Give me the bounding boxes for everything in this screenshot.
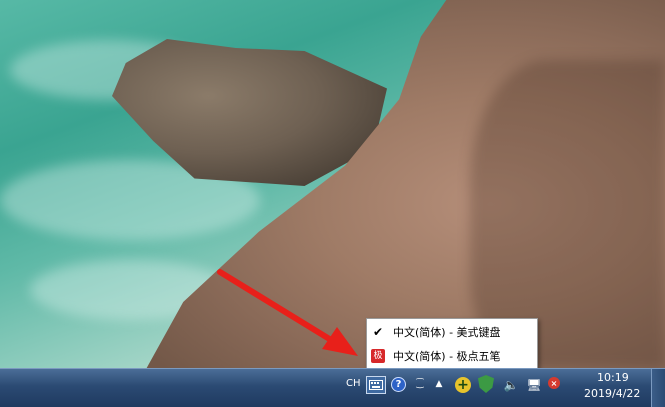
ime-menu-item-us-keyboard[interactable]: ✔ 中文(简体) - 美式键盘: [367, 320, 537, 344]
help-icon[interactable]: ?: [391, 377, 406, 392]
ime-menu-item-jidian-wubi[interactable]: 极 中文(简体) - 极点五笔: [367, 344, 537, 368]
shield-icon[interactable]: [478, 375, 494, 393]
show-desktop-button[interactable]: [651, 369, 665, 407]
ime-icon-wrapper: 极: [367, 344, 389, 368]
network-error-icon: ×: [548, 377, 560, 389]
desktop-wallpaper: [0, 0, 665, 368]
keyboard-icon[interactable]: [366, 376, 386, 394]
input-method-menu: ✔ 中文(简体) - 美式键盘 极 中文(简体) - 极点五笔: [366, 318, 538, 370]
check-icon: ✔: [372, 325, 384, 339]
ime-options-icon[interactable]: ⁐: [414, 373, 426, 395]
network-icon[interactable]: 🖥: [526, 377, 542, 393]
language-indicator[interactable]: CH: [346, 378, 361, 389]
jidian-ime-icon: 极: [371, 349, 385, 363]
ime-menu-item-label: 中文(简体) - 极点五笔: [393, 350, 501, 363]
volume-icon[interactable]: 🔈: [503, 377, 519, 393]
add-icon[interactable]: +: [455, 377, 471, 393]
ime-menu-item-label: 中文(简体) - 美式键盘: [393, 326, 501, 339]
clock-date[interactable]: 2019/4/22: [584, 387, 640, 400]
clock-time[interactable]: 10:19: [597, 371, 629, 384]
show-hidden-icons-arrow-icon[interactable]: ▲: [433, 378, 445, 390]
taskbar: CH ? ⁐ ▲ + 🔈 🖥 × 10:19 2019/4/22: [0, 368, 665, 407]
